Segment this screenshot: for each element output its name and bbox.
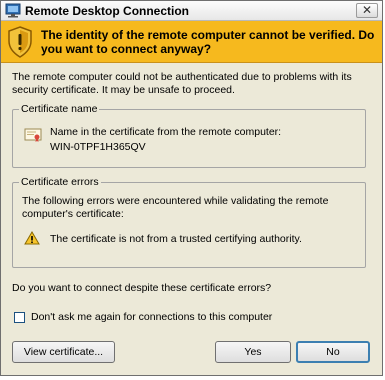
certificate-name-value: WIN-0TPF1H365QV: [50, 141, 146, 153]
certificate-error-item: The certificate is not from a trusted ce…: [50, 233, 302, 245]
banner-message: The identity of the remote computer cann…: [41, 28, 375, 56]
view-certificate-button[interactable]: View certificate...: [12, 341, 115, 363]
certificate-icon: [24, 127, 42, 143]
dont-ask-label[interactable]: Don't ask me again for connections to th…: [31, 311, 272, 324]
title-bar[interactable]: Remote Desktop Connection ✕: [1, 1, 382, 21]
dont-ask-checkbox[interactable]: [14, 312, 25, 323]
certificate-errors-group: Certificate errors The following errors …: [12, 176, 366, 268]
security-shield-warning-icon: [7, 26, 33, 58]
warning-triangle-icon: [24, 231, 40, 245]
certificate-errors-description: The following errors were encountered wh…: [22, 195, 329, 220]
certificate-name-info: Name in the certificate from the remote …: [50, 125, 355, 155]
yes-button[interactable]: Yes: [215, 341, 291, 363]
remote-desktop-dialog: Remote Desktop Connection ✕ The identity…: [0, 0, 383, 376]
certificate-name-group: Certificate name Name in the certificate…: [12, 103, 366, 168]
close-button[interactable]: ✕: [356, 3, 378, 18]
connect-question: Do you want to connect despite these cer…: [12, 282, 272, 294]
certificate-errors-title: Certificate errors: [19, 176, 101, 188]
certificate-name-title: Certificate name: [19, 103, 100, 115]
intro-text: The remote computer could not be authent…: [12, 71, 352, 96]
certificate-name-label: Name in the certificate from the remote …: [50, 126, 282, 138]
warning-banner: The identity of the remote computer cann…: [1, 21, 382, 63]
window-title: Remote Desktop Connection: [25, 4, 190, 18]
no-button[interactable]: No: [296, 341, 370, 363]
remote-desktop-icon: [5, 3, 21, 18]
